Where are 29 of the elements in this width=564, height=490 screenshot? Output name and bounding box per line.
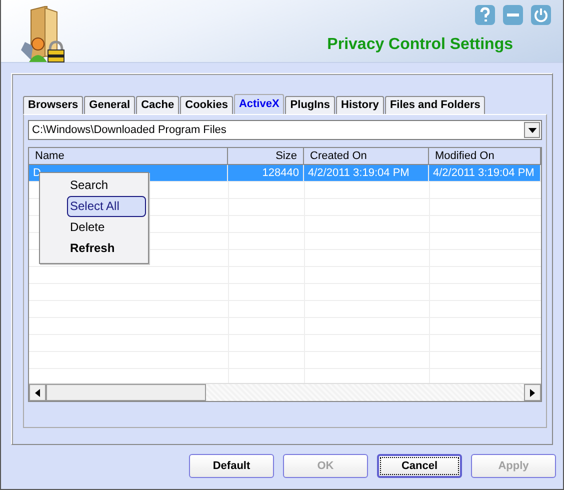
minimize-icon[interactable]	[503, 5, 523, 25]
help-icon[interactable]	[475, 5, 495, 25]
column-header[interactable]: Modified On	[429, 148, 541, 165]
menu-item[interactable]: Delete	[42, 217, 146, 238]
horizontal-scrollbar[interactable]	[29, 383, 541, 401]
tab[interactable]: History	[336, 96, 384, 114]
folder-dropdown[interactable]: C:\Windows\Downloaded Program Files	[28, 120, 542, 140]
menu-item[interactable]: Select All	[67, 196, 146, 217]
column-header[interactable]: Created On	[304, 148, 429, 165]
table-cell: 4/2/2011 3:19:04 PM	[429, 165, 541, 182]
tab[interactable]: PlugIns	[285, 96, 336, 114]
table-cell: 4/2/2011 3:19:04 PM	[304, 165, 429, 182]
power-icon[interactable]	[531, 5, 551, 25]
tab[interactable]: General	[84, 96, 136, 114]
table-cell: 128440	[228, 165, 304, 182]
dialog-button[interactable]: Default	[189, 454, 274, 478]
scrollbar-thumb[interactable]	[46, 384, 206, 401]
scroll-right-icon[interactable]	[524, 384, 541, 401]
tab[interactable]: Cookies	[180, 96, 233, 114]
menu-item[interactable]: Refresh	[42, 238, 146, 259]
scroll-left-icon[interactable]	[29, 384, 46, 401]
column-header[interactable]: Size	[228, 148, 304, 165]
tab[interactable]: Browsers	[23, 96, 84, 114]
window-title: Privacy Control Settings	[327, 36, 513, 54]
tab[interactable]: ActiveX	[234, 94, 284, 114]
tab[interactable]: Files and Folders	[384, 96, 486, 114]
tab[interactable]: Cache	[136, 96, 180, 114]
column-header[interactable]: Name	[29, 148, 228, 165]
dialog-button[interactable]: Cancel	[377, 454, 462, 478]
